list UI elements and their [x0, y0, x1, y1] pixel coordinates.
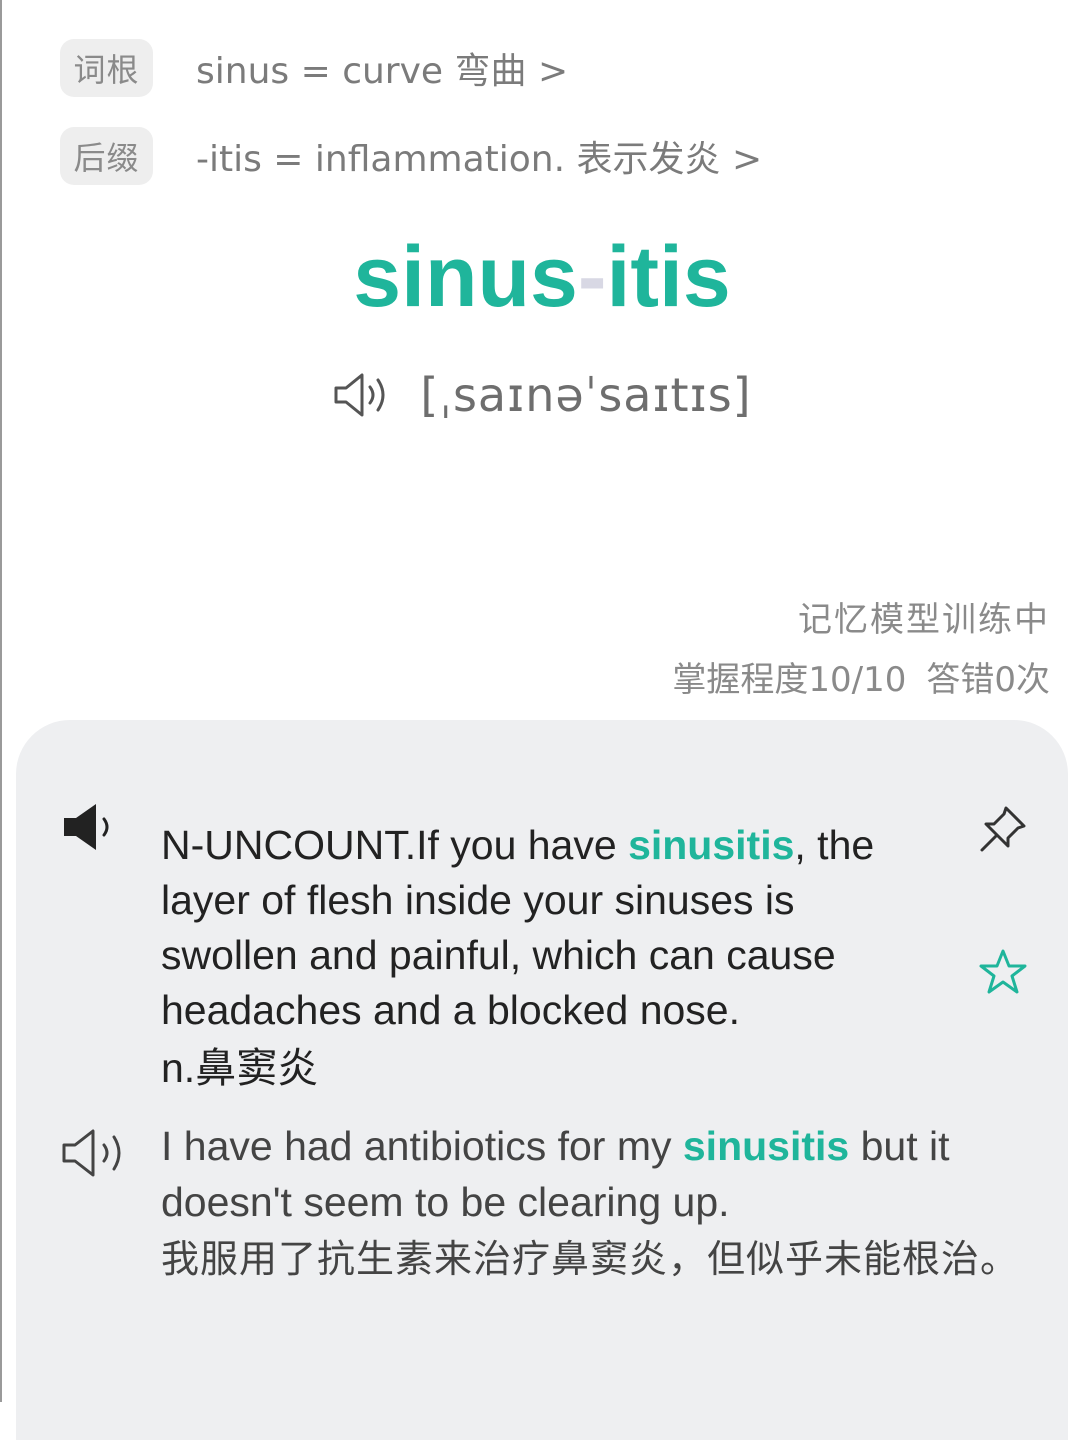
pronunciation-row: [ˌsaɪnəˈsaɪtɪs]: [2, 368, 1080, 422]
error-count: 答错0次: [926, 660, 1050, 700]
speaker-filled-icon[interactable]: [62, 802, 118, 852]
root-tag: 词根: [60, 39, 153, 97]
definition-text: N-UNCOUNT.If you have sinusitis, the lay…: [161, 818, 921, 1096]
headword-part2: itis: [606, 229, 731, 325]
root-row[interactable]: 词根 sinus = curve 弯曲 >: [60, 39, 568, 97]
speaker-icon[interactable]: [332, 371, 394, 419]
definition-card: N-UNCOUNT.If you have sinusitis, the lay…: [16, 720, 1068, 1440]
star-icon[interactable]: [978, 948, 1028, 996]
headword-part1: sinus: [353, 229, 578, 325]
mastery-level: 掌握程度10/10: [672, 660, 907, 700]
example-prefix: I have had antibiotics for my: [161, 1123, 683, 1169]
definition-keyword: sinusitis: [628, 822, 795, 868]
suffix-row[interactable]: 后缀 -itis = inflammation. 表示发炎 >: [60, 127, 762, 185]
suffix-tag: 后缀: [60, 127, 153, 185]
definition-prefix: N-UNCOUNT.If you have: [161, 822, 629, 868]
pin-icon[interactable]: [978, 804, 1028, 854]
speaker-icon[interactable]: [60, 1126, 132, 1180]
definition-chinese: n.鼻窦炎: [161, 1045, 319, 1091]
headword: sinus-itis: [2, 228, 1080, 327]
suffix-text[interactable]: -itis = inflammation. 表示发炎 >: [196, 130, 762, 182]
root-text[interactable]: sinus = curve 弯曲 >: [196, 42, 568, 94]
example-chinese: 我服用了抗生素来治疗鼻窦炎，但似乎未能根治。: [161, 1237, 1020, 1281]
example-keyword: sinusitis: [682, 1123, 850, 1169]
memory-model-status: 记忆模型训练中: [798, 600, 1050, 640]
mastery-status: 掌握程度10/10 答错0次: [672, 652, 1050, 701]
phonetic-transcription: [ˌsaɪnəˈsaɪtɪs]: [420, 368, 752, 422]
headword-separator: -: [577, 229, 607, 325]
example-sentence: I have had antibiotics for my sinusitis …: [161, 1118, 1041, 1288]
